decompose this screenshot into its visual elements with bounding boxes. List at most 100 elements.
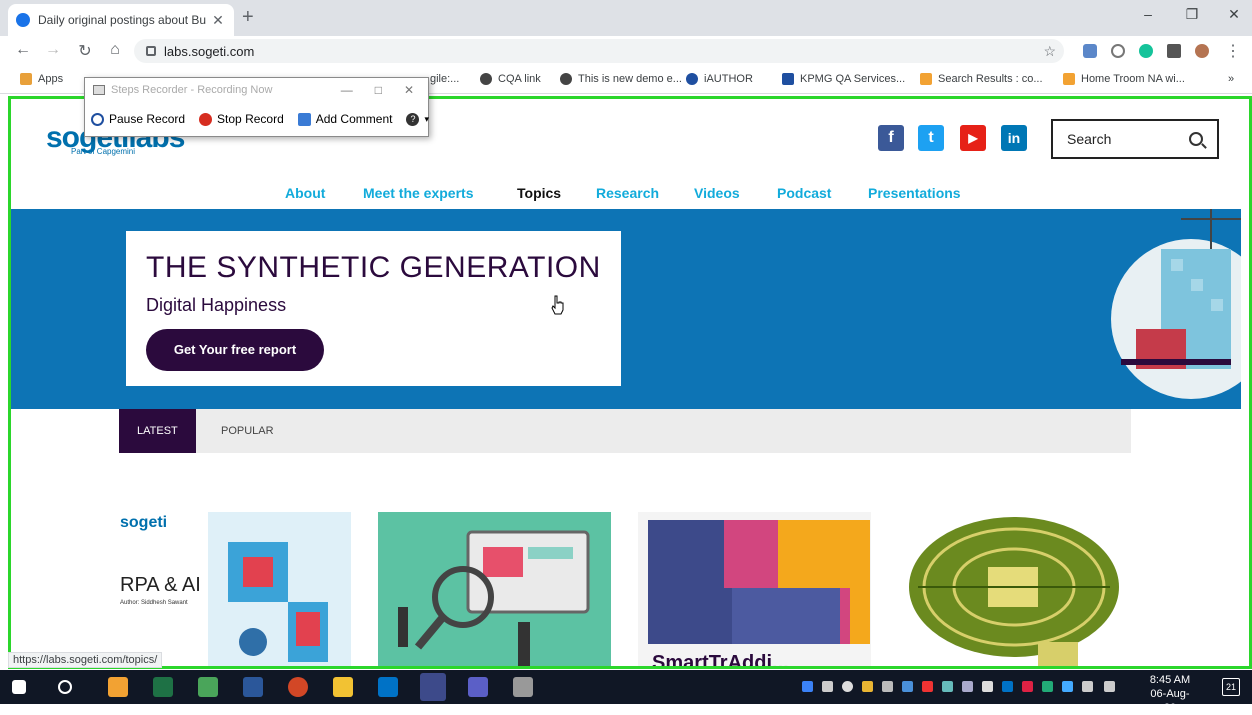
windows-start-icon[interactable] (12, 680, 26, 694)
tray-icon[interactable] (1062, 681, 1073, 692)
browser-tab[interactable]: Daily original postings about Bu ✕ (8, 4, 234, 36)
grammarly-icon[interactable] (1139, 44, 1153, 58)
outlook-icon[interactable] (378, 677, 398, 697)
apps-grid-icon (20, 73, 32, 85)
recorder-maximize-button[interactable]: □ (375, 83, 382, 97)
tab-latest[interactable]: LATEST (119, 409, 196, 453)
tray-icon[interactable] (882, 681, 893, 692)
back-icon[interactable]: ← (12, 41, 34, 59)
onedrive-icon[interactable] (822, 681, 833, 692)
article-card[interactable] (378, 512, 611, 666)
linkedin-icon[interactable]: in (1001, 125, 1027, 151)
twitter-icon[interactable]: t (918, 125, 944, 151)
home-icon[interactable]: ⌂ (104, 41, 126, 59)
word-icon[interactable] (243, 677, 263, 697)
windows-taskbar: 8:45 AM 06-Aug-20 21 (0, 670, 1252, 714)
get-report-button[interactable]: Get Your free report (146, 329, 324, 371)
bookmark-item[interactable]: This is new demo e... (560, 73, 682, 85)
new-tab-button[interactable]: + (242, 6, 254, 29)
pause-record-button[interactable]: Pause Record (91, 112, 185, 126)
bookmark-item[interactable]: CQA link (480, 73, 541, 85)
taskbar-app-icon[interactable] (108, 677, 128, 697)
bookmarks-overflow-button[interactable]: » (1228, 73, 1234, 85)
tray-icon[interactable] (842, 681, 853, 692)
tray-icon[interactable] (942, 681, 953, 692)
powerpoint-icon[interactable] (288, 677, 308, 697)
bookmark-item[interactable]: gile:... (430, 73, 459, 85)
chevron-down-icon[interactable]: ▾ (424, 114, 429, 125)
help-button[interactable]: ? ▾ (406, 112, 429, 126)
nav-videos[interactable]: Videos (694, 185, 740, 201)
tab-popular[interactable]: POPULAR (203, 409, 292, 453)
volume-icon[interactable] (982, 681, 993, 692)
tray-icon[interactable] (1042, 681, 1053, 692)
treemap-illustration (648, 520, 870, 644)
wifi-icon[interactable] (1104, 681, 1115, 692)
puzzle-icon[interactable] (1167, 44, 1181, 58)
address-bar[interactable]: labs.sogeti.com ☆ (134, 39, 1064, 63)
taskbar-clock[interactable]: 8:45 AM 06-Aug-20 (1148, 673, 1192, 715)
bookmark-item[interactable]: Home Troom NA wi... (1063, 73, 1185, 85)
stop-record-button[interactable]: Stop Record (199, 112, 284, 126)
youtube-icon[interactable]: ▶ (960, 125, 986, 151)
tray-icon[interactable] (922, 681, 933, 692)
search-icon[interactable] (58, 680, 72, 694)
reload-icon[interactable]: ↻ (74, 41, 96, 61)
bookmark-item[interactable]: iAUTHOR (686, 73, 753, 85)
tab-title: Daily original postings about Bu (38, 13, 207, 27)
forward-icon[interactable]: → (42, 41, 64, 59)
avatar[interactable] (1195, 44, 1209, 58)
lock-icon (146, 46, 156, 56)
tab-favicon-icon (16, 13, 30, 27)
help-icon: ? (406, 112, 420, 126)
article-card[interactable] (898, 512, 1131, 666)
tray-icon[interactable] (902, 681, 913, 692)
article-card[interactable]: SmartTrAddi... (638, 512, 871, 666)
analytics-illustration (398, 530, 590, 666)
file-explorer-icon[interactable] (333, 677, 353, 697)
nav-about[interactable]: About (285, 185, 325, 201)
recorder-minimize-button[interactable]: — (341, 83, 353, 97)
extension-icon[interactable] (1111, 44, 1125, 58)
article-card[interactable]: sogeti RPA & AI Author: Siddhesh Sawant (118, 512, 351, 666)
hero-subtitle: Digital Happiness (146, 295, 287, 315)
search-box[interactable]: Search (1051, 119, 1219, 159)
nav-podcast[interactable]: Podcast (777, 185, 831, 201)
tray-icon[interactable] (1022, 681, 1033, 692)
teams-icon[interactable] (468, 677, 488, 697)
steps-recorder-taskbar-icon[interactable] (513, 677, 533, 697)
recorder-titlebar[interactable]: Steps Recorder - Recording Now — □ ✕ (85, 78, 428, 102)
main-nav: About Meet the experts Topics Research V… (11, 185, 1241, 207)
hero-card: THE SYNTHETIC GENERATION Digital Happine… (126, 231, 621, 386)
keyboard-icon[interactable] (1082, 681, 1093, 692)
nav-presentations[interactable]: Presentations (868, 185, 961, 201)
nav-topics[interactable]: Topics (517, 185, 561, 201)
recorder-close-button[interactable]: ✕ (404, 83, 414, 97)
close-window-button[interactable]: ✕ (1220, 6, 1248, 23)
extension-icon[interactable] (1083, 44, 1097, 58)
tray-icon[interactable] (962, 681, 973, 692)
search-icon[interactable] (1189, 132, 1203, 146)
maximize-button[interactable]: ❐ (1178, 6, 1206, 23)
add-comment-button[interactable]: Add Comment (297, 112, 392, 126)
bookmark-item[interactable]: KPMG QA Services... (782, 73, 905, 85)
bookmark-star-icon[interactable]: ☆ (1043, 43, 1056, 60)
nav-meet-the-experts[interactable]: Meet the experts (363, 185, 473, 201)
bookmark-apps[interactable]: Apps (20, 73, 63, 85)
outlook-tray-icon[interactable] (1002, 681, 1013, 692)
nav-research[interactable]: Research (596, 185, 659, 201)
excel-icon[interactable] (153, 677, 173, 697)
minimize-button[interactable]: – (1134, 6, 1162, 22)
chrome-active-tab-icon[interactable] (420, 673, 446, 701)
menu-icon[interactable]: ⋮ (1222, 41, 1244, 61)
tray-icon[interactable] (862, 681, 873, 692)
globe-icon (480, 73, 492, 85)
bookmark-label: Search Results : co... (938, 73, 1043, 85)
taskbar-app-icon[interactable] (198, 677, 218, 697)
notifications-badge[interactable]: 21 (1222, 678, 1240, 696)
logo-subtitle: Part of Capgemini (71, 147, 136, 156)
facebook-icon[interactable]: f (878, 125, 904, 151)
bluetooth-icon[interactable] (802, 681, 813, 692)
bookmark-item[interactable]: Search Results : co... (920, 73, 1043, 85)
tab-close-icon[interactable]: ✕ (210, 12, 226, 29)
